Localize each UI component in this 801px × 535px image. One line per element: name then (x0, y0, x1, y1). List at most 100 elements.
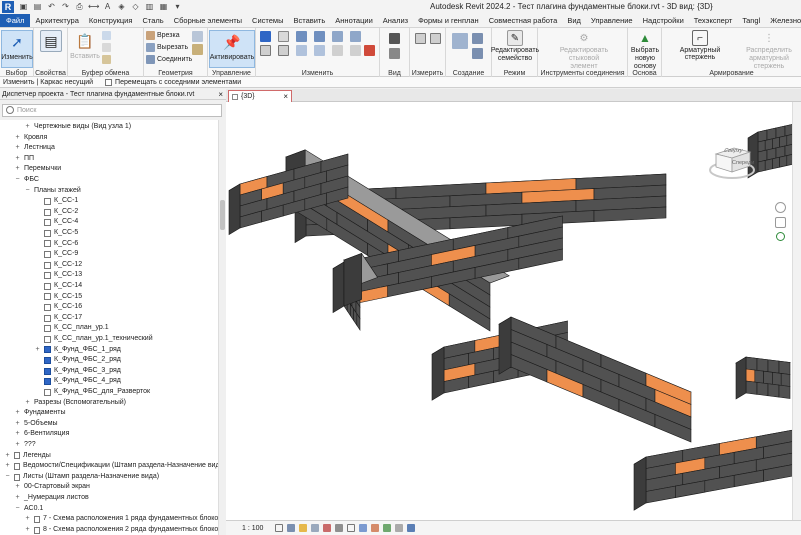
tree-item[interactable]: +??? (14, 440, 35, 451)
tree-item[interactable]: + _Нумерация листов (14, 493, 88, 504)
foundation-block[interactable] (757, 160, 766, 173)
edit-family-button[interactable]: ✎ Редактировать семейство (491, 30, 539, 63)
zoom-icon[interactable] (775, 232, 785, 241)
copy-element-icon[interactable] (278, 45, 289, 56)
activate-button[interactable]: 📌 Активировать (209, 30, 255, 68)
tree-item[interactable]: К_СС-4 (34, 217, 78, 228)
tree-item[interactable]: К_СС-14 (34, 281, 82, 292)
tab-16[interactable]: Железно (765, 14, 801, 27)
foundation-block[interactable] (745, 380, 758, 395)
measure-distance-icon[interactable] (415, 33, 426, 44)
reveal-hidden-icon[interactable] (383, 524, 392, 532)
foundation-block[interactable] (778, 360, 791, 375)
foundation-block[interactable] (772, 371, 782, 386)
tab-3[interactable]: Сталь (137, 14, 168, 27)
foundation-block[interactable] (757, 140, 766, 153)
expand-icon[interactable]: + (24, 122, 31, 133)
create-group-icon[interactable] (472, 33, 483, 44)
tree-item[interactable]: + К_Фунд_ФБС_1_ряд (34, 345, 121, 356)
expand-icon[interactable]: + (14, 429, 21, 440)
tree-item[interactable]: К_Фунд_ФБС_4_ряд (34, 376, 121, 387)
measure-icon[interactable]: ⟷ (88, 2, 99, 12)
steering-wheel-icon[interactable] (774, 202, 786, 213)
expand-icon[interactable]: + (14, 493, 21, 504)
rebar-button[interactable]: ⌐ Арматурный стержень (666, 30, 734, 61)
block-end-face[interactable] (735, 356, 747, 400)
tree-item[interactable]: + Кровля (14, 133, 47, 144)
tab-2[interactable]: Конструкция (84, 14, 138, 27)
tree-item[interactable]: К_СС-2 (34, 207, 78, 218)
expand-icon[interactable]: + (14, 419, 21, 430)
tree-item[interactable]: К_СС-15 (34, 292, 82, 303)
view-tab-3d[interactable]: {3D} × (228, 90, 292, 102)
expand-icon[interactable]: + (4, 461, 11, 472)
open-icon[interactable]: ▣ (18, 2, 29, 12)
sun-path-icon[interactable] (299, 524, 308, 532)
tree-item[interactable]: +7 - Схема расположения 1 ряда фундамент… (24, 514, 218, 525)
block-end-face[interactable] (332, 261, 345, 314)
modify-button[interactable]: ➚ Изменить (1, 30, 33, 68)
override-graphics-icon[interactable] (389, 48, 400, 59)
block-end-face[interactable] (228, 183, 241, 236)
collapse-icon[interactable]: − (24, 186, 31, 197)
expand-icon[interactable]: + (14, 143, 21, 154)
view-scale[interactable]: 1 : 100 (242, 525, 263, 532)
revit-logo-icon[interactable]: R (2, 1, 14, 13)
delete-icon[interactable] (364, 45, 375, 56)
block-end-face[interactable] (498, 316, 512, 375)
foundation-block[interactable] (778, 384, 791, 399)
tab-11[interactable]: Вид (562, 14, 586, 27)
highlight-displacement-icon[interactable] (407, 524, 416, 532)
tree-item[interactable]: К_СС-9 (34, 249, 78, 260)
expand-icon[interactable]: + (14, 133, 21, 144)
tab-5[interactable]: Системы (247, 14, 288, 27)
properties-button[interactable]: ▤ (38, 30, 64, 53)
tree-item[interactable]: К_СС-5 (34, 228, 78, 239)
trim-extend-icon[interactable] (314, 45, 325, 56)
create-assembly-icon[interactable] (452, 33, 468, 49)
close-icon[interactable]: × (218, 89, 223, 100)
block-end-face[interactable] (633, 456, 647, 511)
tree-item[interactable]: + Перемычки (14, 164, 61, 175)
move-with-nearby-checkbox[interactable] (105, 78, 113, 86)
tab-13[interactable]: Надстройки (638, 14, 689, 27)
analytical-model-icon[interactable] (395, 524, 404, 532)
tab-0[interactable]: Файл (0, 14, 31, 27)
foundation-block[interactable] (767, 383, 780, 398)
viewcube-top-label[interactable]: Сверху (723, 148, 744, 154)
tree-item[interactable]: +00-Стартовый экран (14, 482, 89, 493)
expand-icon[interactable]: + (24, 398, 31, 409)
foundation-block[interactable] (764, 138, 773, 151)
pan-icon[interactable] (774, 217, 786, 228)
cut-clip-button[interactable] (102, 43, 111, 52)
tree-item[interactable]: К_СС-17 (34, 313, 82, 324)
close-hidden-icon[interactable]: ▥ (144, 2, 155, 12)
tree-item[interactable]: + Ведомости/Спецификации (Штамп раздела-Н… (4, 461, 218, 472)
tab-4[interactable]: Сборные элементы (169, 14, 247, 27)
tree-item[interactable]: К_Фунд_ФБС_2_ряд (34, 355, 121, 366)
split-icon[interactable] (332, 31, 343, 42)
tree-item[interactable]: + Разрезы (Вспомогательный) (24, 398, 126, 409)
expand-icon[interactable]: + (14, 440, 21, 451)
mirror-axis-icon[interactable] (296, 31, 307, 42)
tab-1[interactable]: Архитектура (30, 14, 83, 27)
trim-icon[interactable] (350, 31, 361, 42)
shadows-icon[interactable] (311, 524, 320, 532)
tab-9[interactable]: Формы и генплан (413, 14, 484, 27)
save-icon[interactable]: ▤ (32, 2, 43, 12)
project-browser-search-input[interactable]: Поиск (2, 104, 222, 117)
tree-item[interactable]: − Планы этажей (24, 186, 80, 197)
collapse-icon[interactable]: − (14, 175, 21, 186)
collapse-icon[interactable]: − (4, 472, 11, 483)
tree-item[interactable]: К_СС-13 (34, 270, 82, 281)
accent-block[interactable] (745, 368, 756, 383)
expand-icon[interactable]: + (34, 345, 41, 356)
foundation-block[interactable] (779, 155, 788, 168)
tree-item[interactable]: К_СС_план_ур.1 (34, 323, 109, 334)
foundation-block[interactable] (764, 158, 773, 171)
cut-button[interactable]: Вырезать (146, 43, 188, 52)
tab-6[interactable]: Вставить (288, 14, 330, 27)
detail-level-icon[interactable] (275, 524, 284, 532)
tab-7[interactable]: Аннотации (330, 14, 378, 27)
mirror-draw-icon[interactable] (314, 31, 325, 42)
